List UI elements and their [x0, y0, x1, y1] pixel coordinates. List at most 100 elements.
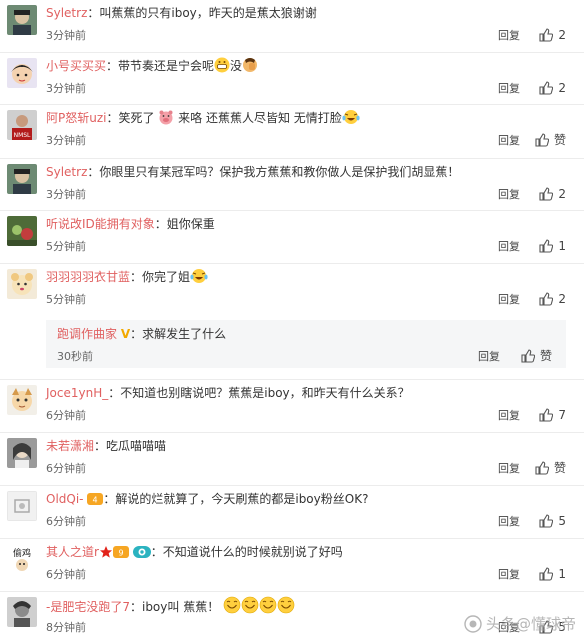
reply-button[interactable]: 回复 [498, 461, 520, 477]
username[interactable]: 听说改ID能拥有对象 [46, 217, 155, 231]
like-count: 赞 [539, 349, 552, 363]
username[interactable]: Joce1ynH_ [46, 386, 108, 400]
like-button[interactable]: 5 [539, 513, 566, 529]
like-count: 7 [558, 408, 566, 422]
colon: ： [87, 6, 100, 20]
thumb-up-icon [521, 349, 535, 363]
comment-item: Syletrz：你眼里只有某冠军吗？保护我方蕉蕉和教你做人是保护我们胡显蕉！ 3… [0, 159, 584, 211]
comment-text: 带节奏还是宁会呢 [118, 59, 215, 73]
timestamp: 3分钟前 [46, 134, 86, 147]
avatar[interactable] [7, 385, 37, 415]
reply-button[interactable]: 回复 [498, 567, 520, 583]
verified-v-icon: V [120, 327, 131, 341]
username[interactable]: OldQi- [46, 492, 84, 506]
comment-item: 小号买买买：带节奏还是宁会呢 没 3分钟前 回复 2 [0, 53, 584, 105]
thumb-up-icon [539, 28, 554, 42]
username[interactable]: 跑调作曲家 [57, 327, 117, 341]
thumb-up-icon [539, 567, 554, 581]
avatar[interactable]: NMSL [7, 110, 37, 140]
timestamp: 3分钟前 [46, 29, 86, 42]
comment-item: 听说改ID能拥有对象：姐你保重 5分钟前 回复 1 [0, 211, 584, 264]
reply-button[interactable]: 回复 [498, 133, 520, 149]
like-button[interactable]: 赞 [535, 460, 566, 476]
comment-text: 解说的烂就算了，今天刷蕉的都是iboy粉丝OK? [115, 492, 369, 506]
avatar[interactable] [7, 597, 37, 627]
avatar[interactable] [7, 5, 37, 35]
reply-button[interactable]: 回复 [498, 408, 520, 424]
smile-emoji-icon [259, 596, 277, 619]
like-count: 2 [558, 81, 566, 95]
thumb-up-icon [535, 461, 549, 475]
colon: ： [154, 217, 167, 231]
nested-reply-block: 跑调作曲家 V：求解发生了什么 30秒前 回复 赞 [0, 317, 584, 380]
thumb-up-icon [535, 133, 549, 147]
username[interactable]: -是肥宅没跑了7 [46, 600, 130, 614]
colon: ： [150, 545, 163, 559]
username[interactable]: 羽羽羽羽衣甘蓝 [46, 270, 130, 284]
reply-button[interactable]: 回复 [498, 28, 520, 44]
comment-item: 未若潇湘：吃瓜喵喵喵 6分钟前 回复 赞 [0, 433, 584, 486]
username[interactable]: 小号买买买 [46, 59, 106, 73]
watermark-text: 头条@懂球帝 [485, 615, 576, 633]
reply-button[interactable]: 回复 [498, 187, 520, 203]
like-button[interactable]: 2 [539, 27, 566, 43]
comment-text: 没 [230, 59, 243, 73]
username[interactable]: 其人之道r [46, 545, 99, 559]
colon: ： [106, 59, 119, 73]
svg-text:NMSL: NMSL [14, 132, 31, 139]
avatar[interactable] [7, 164, 37, 194]
laugh-cry-emoji-icon [190, 268, 208, 289]
reply-button[interactable]: 回复 [498, 292, 520, 308]
like-button[interactable]: 2 [539, 186, 566, 202]
timestamp: 6分钟前 [46, 462, 86, 475]
username[interactable]: Syletrz [46, 165, 87, 179]
like-button[interactable]: 赞 [521, 348, 552, 364]
comment-text: iboy叫 蕉蕉！ [141, 600, 220, 614]
like-button[interactable]: 1 [539, 238, 566, 254]
avatar[interactable] [7, 491, 37, 521]
like-button[interactable]: 赞 [535, 132, 566, 148]
avatar[interactable] [7, 216, 37, 246]
star-badge-icon [99, 545, 113, 564]
comment-text: 叫蕉蕉的只有iboy，昨天的是蕉太狼谢谢 [99, 6, 317, 20]
like-button[interactable]: 7 [539, 407, 566, 423]
comment-text: 你完了姐 [142, 270, 191, 284]
avatar[interactable]: 偷鸡 [7, 544, 37, 574]
svg-text:4: 4 [93, 496, 98, 505]
comment-list: Syletrz：叫蕉蕉的只有iboy，昨天的是蕉太狼谢谢 3分钟前 回复 2 小… [0, 0, 584, 638]
colon: ： [130, 270, 143, 284]
reply-button[interactable]: 回复 [498, 239, 520, 255]
colon: ： [108, 386, 121, 400]
watermark: 头条@懂球帝 [464, 613, 576, 634]
thumb-up-icon [539, 408, 554, 422]
like-count: 2 [558, 187, 566, 201]
timestamp: 6分钟前 [46, 515, 86, 528]
like-button[interactable]: 2 [539, 80, 566, 96]
smile-emoji-icon [277, 596, 295, 619]
avatar[interactable] [7, 269, 37, 299]
nested-reply: 跑调作曲家 V：求解发生了什么 30秒前 回复 赞 [46, 320, 566, 368]
level-badge-icon [132, 545, 151, 564]
like-button[interactable]: 2 [539, 291, 566, 307]
timestamp: 3分钟前 [46, 188, 86, 201]
username[interactable]: Syletrz [46, 6, 87, 20]
thumb-up-icon [539, 292, 554, 306]
grin-emoji-icon [214, 57, 230, 78]
facepalm-emoji-icon [242, 57, 258, 78]
avatar[interactable] [7, 58, 37, 88]
toutiao-logo-icon [464, 614, 482, 633]
avatar[interactable] [7, 438, 37, 468]
comment-item: OldQi- 4 ：解说的烂就算了，今天刷蕉的都是iboy粉丝OK? 6分钟前 回… [0, 486, 584, 539]
reply-button[interactable]: 回复 [498, 514, 520, 530]
thumb-up-icon [539, 514, 554, 528]
colon: ： [94, 439, 107, 453]
comment-item: 偷鸡 其人之道r 9 ：不知道说什么的时候就别说了好吗 6分钟前 回复 1 [0, 539, 584, 592]
reply-button[interactable]: 回复 [498, 81, 520, 97]
reply-button[interactable]: 回复 [478, 349, 500, 365]
comment-text: 不知道说什么的时候就别说了好吗 [162, 545, 343, 559]
like-button[interactable]: 1 [539, 566, 566, 582]
username[interactable]: 未若潇湘 [46, 439, 94, 453]
comment-item: 羽羽羽羽衣甘蓝：你完了姐 5分钟前 回复 2 [0, 264, 584, 317]
timestamp: 3分钟前 [46, 82, 86, 95]
username[interactable]: 阿P怒斩uzi [46, 111, 106, 125]
